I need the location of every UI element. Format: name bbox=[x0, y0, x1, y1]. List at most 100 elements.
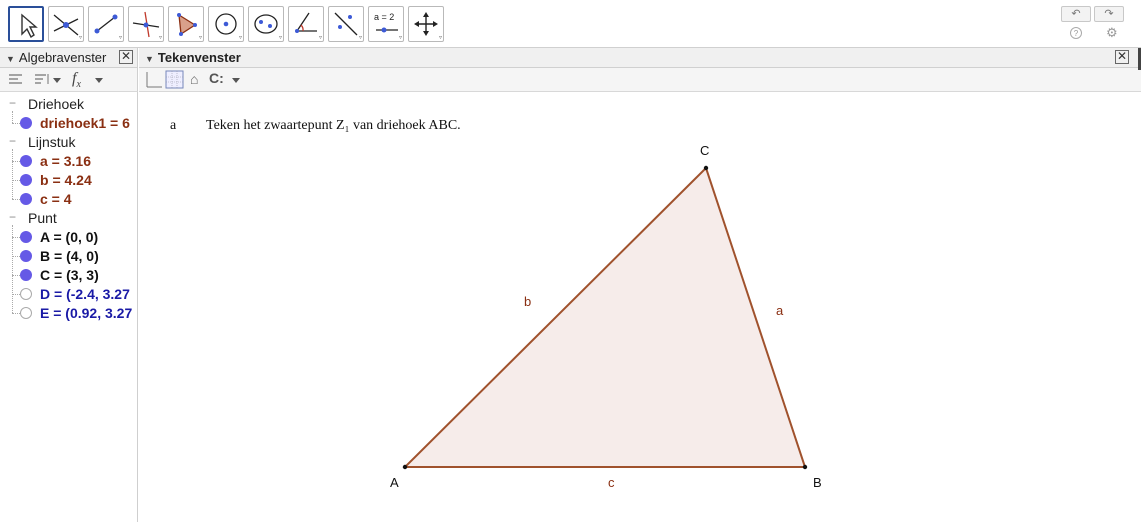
move-view-tool[interactable]: ▿ bbox=[408, 6, 444, 42]
visibility-toggle-icon[interactable] bbox=[20, 193, 32, 205]
visibility-toggle-icon[interactable] bbox=[20, 155, 32, 167]
algebra-item-text: E = (0.92, 3.27 bbox=[40, 305, 133, 321]
algebra-item-text: B = (4, 0) bbox=[40, 248, 99, 264]
slider-tool[interactable]: a = 2 ▿ bbox=[368, 6, 404, 42]
chevron-down-icon: ▿ bbox=[198, 35, 202, 41]
tree-connector bbox=[12, 111, 13, 123]
tree-connector bbox=[12, 275, 20, 276]
perpendicular-tool[interactable]: ▿ bbox=[128, 6, 164, 42]
visibility-toggle-icon[interactable] bbox=[20, 117, 32, 129]
chevron-down-icon: ▿ bbox=[238, 35, 242, 41]
point-label-b: B bbox=[813, 475, 822, 490]
move-tool[interactable] bbox=[8, 6, 44, 42]
collapse-triangle-icon[interactable]: ▼ bbox=[145, 54, 154, 64]
algebra-panel-header: ▼ Algebravenster ✕ bbox=[0, 48, 138, 68]
line-tool[interactable]: ▿ bbox=[88, 6, 124, 42]
chevron-down-icon: ▿ bbox=[78, 35, 82, 41]
segment-label-c: c bbox=[608, 475, 615, 490]
close-algebra-icon[interactable]: ✕ bbox=[119, 50, 133, 64]
chevron-down-icon: ▿ bbox=[318, 35, 322, 41]
toolbar: ▿ ▿ ▿ ▿ ▿ ▿ ▿ ▿ a = 2 ▿ ▿ ↶ ↷ ? ⚙ bbox=[0, 0, 1141, 48]
tree-connector bbox=[12, 149, 13, 199]
polygon-icon bbox=[177, 13, 197, 36]
algebra-view: − Driehoek driehoek1 = 6− Lijnstuk a = 3.16 b… bbox=[0, 92, 138, 522]
redo-icon: ↷ bbox=[1104, 8, 1114, 20]
perpendicular-line-icon bbox=[132, 11, 160, 38]
fx-icon[interactable]: fx bbox=[72, 70, 81, 90]
visibility-toggle-icon[interactable] bbox=[20, 307, 32, 319]
point-label-c: C bbox=[700, 143, 710, 158]
point-capture-icon[interactable]: C: bbox=[209, 70, 224, 86]
tree-connector bbox=[12, 237, 20, 238]
chevron-down-icon: ▿ bbox=[158, 35, 162, 41]
graphics-panel-header: ▼ Tekenvenster ✕ bbox=[139, 48, 1141, 68]
tree-connector bbox=[12, 313, 20, 314]
right-scroll-strip[interactable] bbox=[1129, 48, 1141, 522]
close-graphics-icon[interactable]: ✕ bbox=[1115, 50, 1129, 64]
algebra-category[interactable]: Punt bbox=[0, 209, 57, 227]
circle-center-icon bbox=[215, 13, 237, 35]
home-icon[interactable]: ⌂ bbox=[190, 71, 198, 87]
chevron-down-icon: ▿ bbox=[358, 35, 362, 41]
slider-icon bbox=[376, 27, 398, 33]
pointer-arrow-icon bbox=[21, 13, 38, 39]
algebra-title: Algebravenster bbox=[18, 50, 107, 65]
intersect-point-icon bbox=[53, 14, 79, 36]
reflect-tool[interactable]: ▿ bbox=[328, 6, 364, 42]
algebra-item-text: b = 4.24 bbox=[40, 172, 92, 188]
collapse-triangle-icon[interactable]: ▼ bbox=[6, 54, 15, 64]
segment-icon bbox=[94, 14, 118, 34]
algebra-style-bar: fx bbox=[0, 68, 138, 92]
chevron-down-icon: ▿ bbox=[398, 35, 402, 41]
chevron-down-icon[interactable] bbox=[231, 77, 241, 85]
conic-tool[interactable]: ▿ bbox=[248, 6, 284, 42]
angle-icon bbox=[295, 12, 317, 33]
segment-label-a: a bbox=[776, 303, 784, 318]
algebra-item-text: A = (0, 0) bbox=[40, 229, 99, 245]
chevron-down-icon: ▿ bbox=[278, 35, 282, 41]
chevron-down-icon[interactable] bbox=[94, 77, 104, 85]
algebra-item-text: D = (-2.4, 3.27 bbox=[40, 286, 130, 302]
polygon-tool[interactable]: ▿ bbox=[168, 6, 204, 42]
algebra-item-text: c = 4 bbox=[40, 191, 72, 207]
tree-connector bbox=[12, 256, 20, 257]
segment-label-b: b bbox=[524, 294, 532, 309]
chevron-down-icon: ▿ bbox=[438, 35, 442, 41]
graphics-view[interactable] bbox=[139, 92, 1141, 522]
sort-icon[interactable] bbox=[34, 73, 62, 87]
ellipse-icon bbox=[254, 14, 278, 34]
settings-icon[interactable]: ⚙ bbox=[1106, 25, 1118, 41]
chevron-down-icon: ▿ bbox=[118, 35, 122, 41]
algebra-item-text: driehoek1 = 6 bbox=[40, 115, 130, 131]
tree-connector bbox=[12, 123, 20, 124]
exercise-letter: a bbox=[170, 118, 177, 133]
graphics-style-bar: ⌂ C: bbox=[139, 68, 1141, 92]
undo-icon: ↶ bbox=[1071, 8, 1081, 20]
undo-button[interactable]: ↶ bbox=[1061, 6, 1091, 22]
tree-connector bbox=[12, 199, 20, 200]
graphics-title: Tekenvenster bbox=[157, 50, 241, 65]
help-icon[interactable]: ? bbox=[1070, 27, 1082, 39]
visibility-toggle-icon[interactable] bbox=[20, 269, 32, 281]
view-menu-icon[interactable] bbox=[8, 73, 24, 87]
angle-tool[interactable]: ▿ bbox=[288, 6, 324, 42]
point-label-a: A bbox=[390, 475, 399, 490]
tree-connector bbox=[12, 225, 13, 313]
algebra-item[interactable]: c = 4 bbox=[0, 190, 72, 208]
tree-connector bbox=[12, 180, 20, 181]
algebra-item-text: C = (3, 3) bbox=[40, 267, 99, 283]
axes-toggle-icon[interactable] bbox=[144, 71, 164, 89]
circle-tool[interactable]: ▿ bbox=[208, 6, 244, 42]
reflect-line-icon bbox=[334, 12, 358, 36]
algebra-item-text: a = 3.16 bbox=[40, 153, 91, 169]
exercise-instruction: Teken het zwaartepunt Z₁ van driehoek AB… bbox=[206, 118, 461, 133]
point-tool[interactable]: ▿ bbox=[48, 6, 84, 42]
visibility-toggle-icon[interactable] bbox=[20, 250, 32, 262]
visibility-toggle-icon[interactable] bbox=[20, 288, 32, 300]
visibility-toggle-icon[interactable] bbox=[20, 231, 32, 243]
tree-connector bbox=[12, 294, 20, 295]
visibility-toggle-icon[interactable] bbox=[20, 174, 32, 186]
redo-button[interactable]: ↷ bbox=[1094, 6, 1124, 22]
tree-connector bbox=[12, 161, 20, 162]
grid-toggle-icon[interactable] bbox=[165, 70, 185, 90]
